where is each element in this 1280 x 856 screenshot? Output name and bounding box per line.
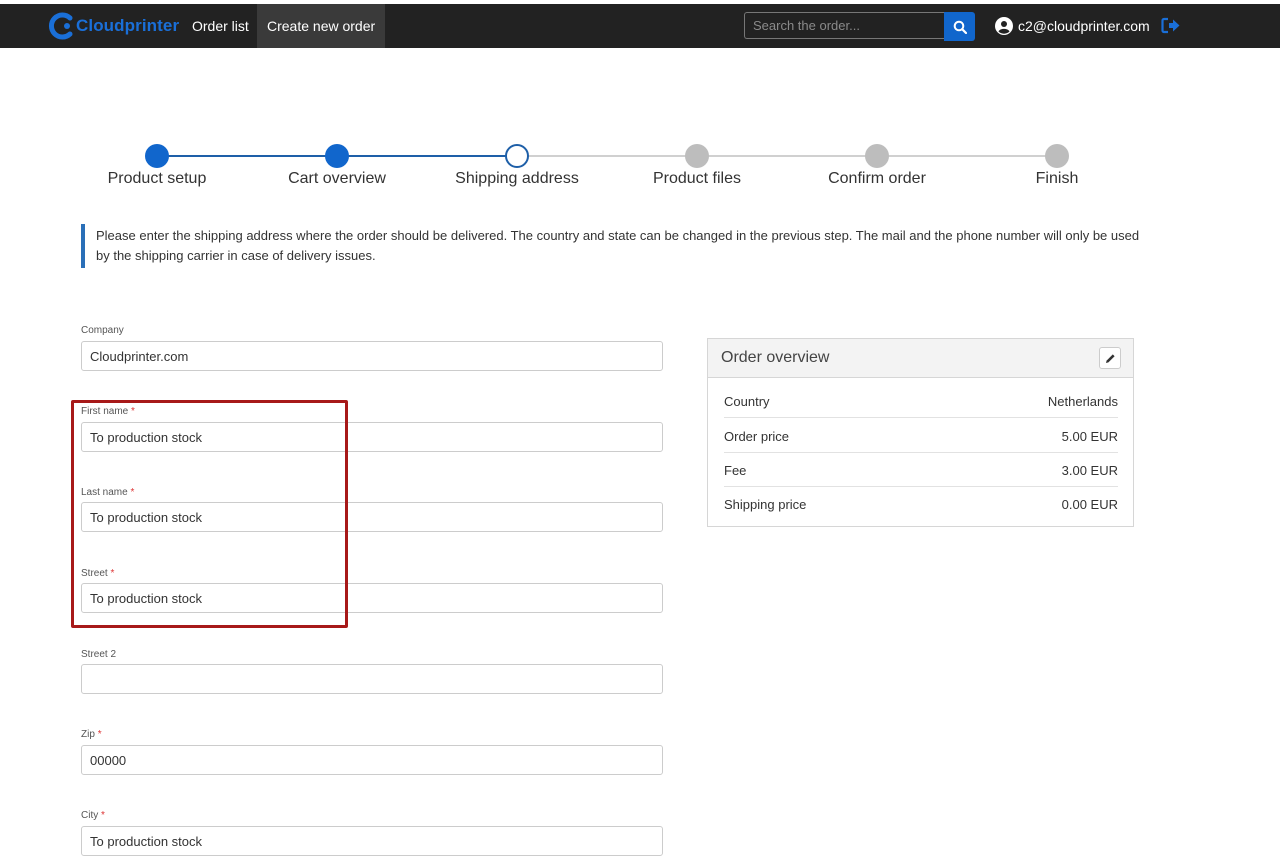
overview-value: 3.00 EUR — [1061, 463, 1118, 478]
nav-create-new-order[interactable]: Create new order — [257, 4, 386, 48]
overview-row-order-price: Order price 5.00 EUR — [724, 419, 1118, 453]
step-label-confirm-order: Confirm order — [828, 170, 926, 187]
zip-label: Zip * — [81, 729, 102, 740]
required-marker: * — [97, 729, 102, 740]
overview-value: 0.00 EUR — [1061, 497, 1118, 512]
overview-value: 5.00 EUR — [1061, 429, 1118, 444]
order-stepper: Product setup Cart overview Shipping add… — [0, 140, 1280, 200]
step-dot-confirm-order — [865, 144, 889, 168]
step-label-product-setup[interactable]: Product setup — [67, 170, 247, 188]
step-connector — [697, 155, 877, 157]
overview-key: Country — [724, 394, 770, 409]
user-menu[interactable]: c2@cloudprinter.com — [995, 4, 1150, 48]
zip-label-text: Zip — [81, 729, 95, 740]
search-input[interactable] — [744, 12, 944, 39]
zip-field[interactable] — [81, 745, 663, 775]
overview-key: Order price — [724, 429, 790, 444]
overview-key: Shipping price — [724, 497, 807, 512]
info-callout: Please enter the shipping address where … — [81, 224, 1141, 268]
order-overview-panel: Order overview Country Netherlands Order… — [707, 338, 1134, 527]
user-email: c2@cloudprinter.com — [1018, 18, 1150, 34]
overview-key: Fee — [724, 463, 747, 478]
search-icon — [953, 20, 967, 34]
order-overview-header: Order overview — [708, 339, 1133, 378]
step-dot-product-files — [685, 144, 709, 168]
city-label-text: City — [81, 810, 99, 821]
overview-row-country: Country Netherlands — [724, 384, 1118, 418]
search-button[interactable] — [944, 12, 975, 41]
nav-order-list[interactable]: Order list — [182, 4, 259, 48]
step-connector — [877, 155, 1057, 157]
highlight-annotation-box — [71, 400, 348, 628]
street-2-label: Street 2 — [81, 649, 116, 660]
sign-out-icon — [1161, 17, 1180, 34]
company-field[interactable] — [81, 341, 663, 371]
step-dot-product-setup[interactable] — [145, 144, 169, 168]
step-dot-cart-overview[interactable] — [325, 144, 349, 168]
step-dot-shipping-address — [505, 144, 529, 168]
step-dot-finish — [1045, 144, 1069, 168]
pencil-icon — [1105, 353, 1115, 363]
step-connector — [157, 155, 337, 157]
user-circle-icon — [995, 17, 1013, 35]
step-connector — [337, 155, 517, 157]
street-2-label-text: Street 2 — [81, 649, 117, 660]
step-label-shipping-address: Shipping address — [455, 170, 579, 187]
city-field[interactable] — [81, 826, 663, 856]
required-marker: * — [101, 810, 105, 821]
edit-order-button[interactable] — [1099, 347, 1121, 369]
overview-value: Netherlands — [1047, 394, 1118, 409]
cloudprinter-logo-icon — [49, 12, 73, 40]
company-label: Company — [81, 325, 124, 336]
overview-row-fee: Fee 3.00 EUR — [724, 453, 1118, 487]
city-label: City * — [81, 810, 105, 821]
step-label-finish: Finish — [1035, 170, 1079, 187]
brand-logo[interactable]: Cloudprinter — [48, 12, 179, 40]
step-label-cart-overview[interactable]: Cart overview — [247, 170, 427, 188]
navbar: Cloudprinter Order list Create new order… — [0, 4, 1280, 48]
overview-row-shipping-price: Shipping price 0.00 EUR — [724, 487, 1118, 521]
step-label-product-files: Product files — [652, 170, 742, 187]
order-overview-title: Order overview — [721, 349, 830, 366]
company-label-text: Company — [81, 325, 124, 336]
logout-button[interactable] — [1161, 17, 1181, 39]
step-connector — [517, 155, 697, 157]
street-2-field[interactable] — [81, 664, 663, 694]
brand-name: Cloudprinter — [76, 16, 180, 35]
